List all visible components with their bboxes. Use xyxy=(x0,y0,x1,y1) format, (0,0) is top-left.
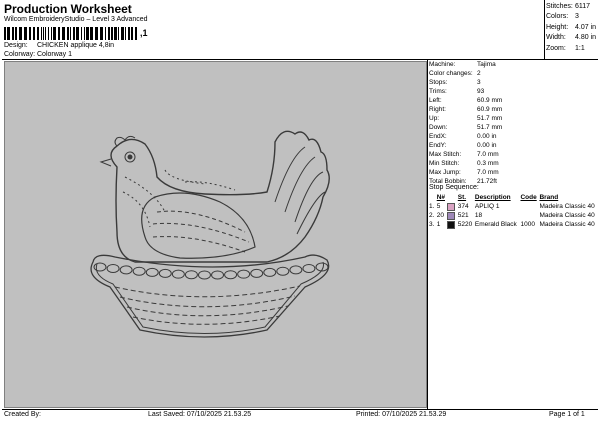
info-value: Tajima xyxy=(477,61,496,68)
info-value: 0.3 mm xyxy=(477,160,499,167)
thread-color-swatch xyxy=(447,220,456,229)
barcode-text: ,1 xyxy=(140,28,148,38)
software-subtitle: Wilcom EmbroideryStudio – Level 3 Advanc… xyxy=(4,16,148,23)
info-label: Trims: xyxy=(429,88,447,95)
colorway-value: Colorway 1 xyxy=(37,51,73,58)
stat-zoom: Zoom: 1:1 xyxy=(546,44,585,52)
stop-description: APLIQ 1 xyxy=(474,203,500,210)
info-value: 60.9 mm xyxy=(477,97,503,104)
machine-info-panel: Machine: Tajima Color changes: 2 Stops: 3 Trim… xyxy=(429,60,597,186)
stop-needle: 5 xyxy=(436,203,441,210)
info-row: Trims: 93 xyxy=(429,87,597,96)
info-value: 2 xyxy=(477,70,481,77)
info-value: 3 xyxy=(477,79,481,86)
stop-needle: 20 xyxy=(436,212,444,219)
info-label: Color changes: xyxy=(429,70,473,77)
stop-stitch-count: 521 xyxy=(457,212,469,219)
info-label: Machine: xyxy=(429,61,456,68)
info-label: Stops: xyxy=(429,79,448,86)
info-row: Up: 51.7 mm xyxy=(429,114,597,123)
info-row: Min Stitch: 0.3 mm xyxy=(429,159,597,168)
header-description: Description xyxy=(474,194,511,201)
stat-stitches: Stitches: 6117 xyxy=(546,2,591,10)
worksheet-title: Production Worksheet xyxy=(4,2,132,16)
info-value: 93 xyxy=(477,88,485,95)
footer-page-number: Page 1 of 1 xyxy=(549,411,585,418)
stop-stitch-count: 5220 xyxy=(457,221,473,228)
info-value: 60.9 mm xyxy=(477,106,503,113)
info-value: 51.7 mm xyxy=(477,124,503,131)
stop-sequence-row: 3. 1 5220 Emerald Black 1000 Madeira Classic … xyxy=(428,220,598,229)
stop-sequence-row: 2. 20 521 18 Madeira Classic 40 xyxy=(428,211,598,220)
info-value: 0.00 in xyxy=(477,142,497,149)
stat-colors: Colors: 3 xyxy=(546,13,579,21)
info-row: EndX: 0.00 in xyxy=(429,132,597,141)
info-label: Left: xyxy=(429,97,442,104)
footer-last-saved: Last Saved: 07/10/2025 21.53.25 xyxy=(148,411,252,418)
info-row: Left: 60.9 mm xyxy=(429,96,597,105)
stat-width: Width: 4.80 in xyxy=(546,34,597,42)
chicken-embroidery-drawing xyxy=(90,130,330,338)
design-value: CHICKEN applique 4,8in xyxy=(37,42,115,49)
design-label: Design: xyxy=(4,42,28,49)
stop-sequence-title: Stop Sequence: xyxy=(429,184,479,191)
header-n: N# xyxy=(436,194,446,201)
header-code: Code xyxy=(520,194,537,201)
stop-brand: Madeira Classic 40 xyxy=(539,212,595,219)
stop-code xyxy=(519,202,538,211)
info-row: Down: 51.7 mm xyxy=(429,123,597,132)
footer-printed: Printed: 07/10/2025 21.53.29 xyxy=(356,411,447,418)
stop-needle: 1 xyxy=(436,221,441,228)
stop-brand: Madeira Classic 40 xyxy=(539,203,595,210)
info-row: EndY: 0.00 in xyxy=(429,141,597,150)
barcode xyxy=(4,27,137,40)
stop-sequence-header: N# St. Description Code Brand xyxy=(428,193,598,202)
footer-created-by: Created By: xyxy=(4,411,41,418)
header-brand: Brand xyxy=(539,194,559,201)
info-row: Color changes: 2 xyxy=(429,69,597,78)
info-label: Min Stitch: xyxy=(429,160,460,167)
info-label: Up: xyxy=(429,115,440,122)
stop-index: 3. xyxy=(429,221,435,228)
info-value: 51.7 mm xyxy=(477,115,503,122)
info-label: EndX: xyxy=(429,133,447,140)
color-swatch xyxy=(446,202,456,211)
info-row: Stops: 3 xyxy=(429,78,597,87)
color-swatch xyxy=(446,220,456,229)
info-value: 21.72ft xyxy=(477,178,497,185)
info-row: Max Jump: 7.0 mm xyxy=(429,168,597,177)
stop-index: 2. xyxy=(429,212,435,219)
color-swatch xyxy=(446,211,456,220)
stop-sequence-row: 1. 5 374 APLIQ 1 Madeira Classic 40 xyxy=(428,202,598,211)
stop-code xyxy=(519,211,538,220)
stat-height: Height: 4.07 in xyxy=(546,23,597,31)
footer-divider xyxy=(2,409,598,410)
thread-color-swatch xyxy=(447,202,456,211)
info-value: 7.0 mm xyxy=(477,151,499,158)
info-label: Max Jump: xyxy=(429,169,461,176)
stats-panel: Stitches: 6117 Colors: 3 Height: 4.07 in Wi… xyxy=(546,1,600,54)
info-row: Right: 60.9 mm xyxy=(429,105,597,114)
stop-code: 1000 xyxy=(520,221,535,228)
info-value: 7.0 mm xyxy=(477,169,499,176)
info-label: Max Stitch: xyxy=(429,151,462,158)
info-row: Max Stitch: 7.0 mm xyxy=(429,150,597,159)
stop-description: Emerald Black xyxy=(474,221,517,228)
stats-divider xyxy=(544,0,545,59)
stop-index: 1. xyxy=(429,203,435,210)
thread-color-swatch xyxy=(447,211,456,220)
info-value: 0.00 in xyxy=(477,133,497,140)
info-label: EndY: xyxy=(429,142,447,149)
colorway-label: Colorway: xyxy=(4,51,36,58)
stop-stitch-count: 374 xyxy=(457,203,469,210)
info-label: Down: xyxy=(429,124,448,131)
info-label: Right: xyxy=(429,106,446,113)
stop-sequence-table: N# St. Description Code Brand 1. 5 374 APLI… xyxy=(428,193,598,229)
header-st: St. xyxy=(457,194,467,201)
stop-brand: Madeira Classic 40 xyxy=(539,221,595,228)
design-preview xyxy=(4,61,427,408)
panel-divider xyxy=(427,59,428,409)
stop-description: 18 xyxy=(474,212,483,219)
info-row: Machine: Tajima xyxy=(429,60,597,69)
